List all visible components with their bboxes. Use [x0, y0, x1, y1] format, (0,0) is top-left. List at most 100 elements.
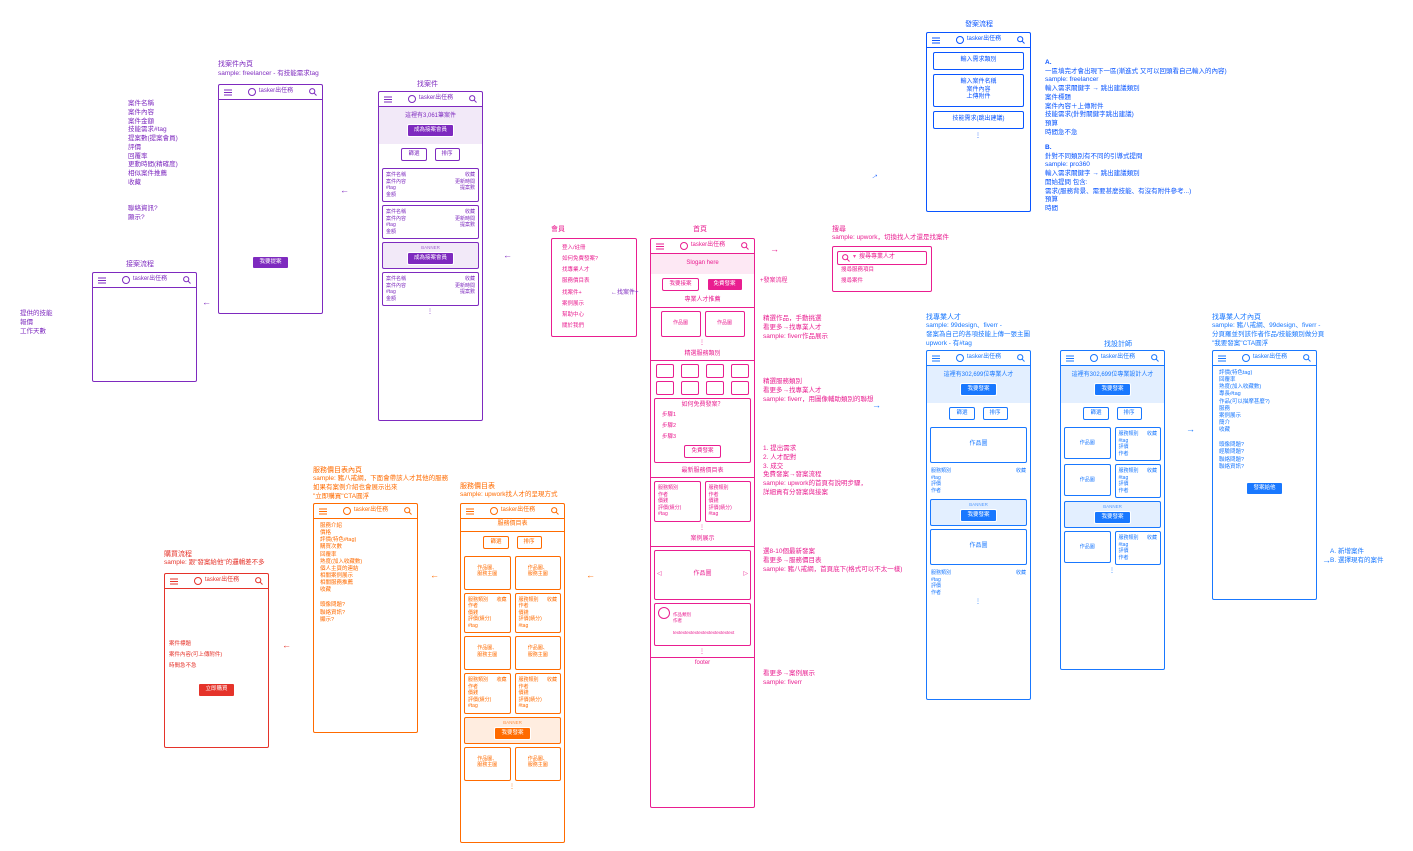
findcasedetail-cta[interactable]: 我要提案 [252, 256, 288, 269]
cat-thumb[interactable] [731, 364, 749, 378]
accept-button[interactable]: 我要接案 [662, 278, 698, 291]
filter-button[interactable]: 篩選 [483, 536, 508, 549]
meta-fav[interactable]: 收藏 [1147, 468, 1157, 475]
search-icon[interactable] [182, 275, 192, 285]
svc-thumb[interactable]: 作品圖、 服務主圖 [464, 636, 511, 670]
menu-icon[interactable] [931, 35, 941, 45]
sort-button[interactable]: 排序 [1117, 407, 1142, 420]
filter-button[interactable]: 篩選 [949, 407, 974, 420]
footer-item-findpro[interactable]: 找專業人才 [558, 265, 630, 276]
findpro-cta[interactable]: 我要發案 [960, 383, 996, 396]
meta-fav[interactable]: 收藏 [496, 597, 506, 604]
search-icon[interactable] [468, 94, 478, 104]
finddesigner-banner-cta[interactable]: 我要發案 [1094, 511, 1130, 524]
cat-thumb[interactable] [656, 364, 674, 378]
case-item[interactable]: 案件名稱案件內容#tag金額 收藏更新時間提案數 [382, 205, 479, 239]
footer-item-pricing[interactable]: 服務價目表 [558, 276, 630, 287]
menu-icon[interactable] [1217, 353, 1227, 363]
menu-icon[interactable] [931, 353, 941, 363]
svc-thumb[interactable]: 作品圖、 服務主圖 [515, 636, 562, 670]
search-icon[interactable] [1016, 353, 1026, 363]
case-fav[interactable]: 收藏 [465, 209, 475, 215]
meta-fav[interactable]: 收藏 [496, 677, 506, 684]
cat-thumb[interactable] [656, 381, 674, 395]
meta-fav[interactable]: 收藏 [1016, 468, 1026, 494]
arrow-right: → [867, 168, 881, 183]
chevron-down-icon[interactable]: ▾ [853, 254, 856, 262]
finddesigner-cta[interactable]: 我要發案 [1094, 383, 1130, 396]
findprodetail-cta[interactable]: 發案給他 [1246, 482, 1282, 495]
publish-button[interactable]: 免費發案 [707, 278, 743, 291]
footer-item-about[interactable]: 關於我們 [558, 321, 630, 332]
search-opt-service[interactable]: 搜尋服務項目 [837, 265, 927, 276]
meta-fav[interactable]: 收藏 [1147, 431, 1157, 438]
next-icon[interactable]: ▷ [743, 571, 748, 579]
search-icon[interactable] [740, 241, 750, 251]
designer-work[interactable]: 作品圖 [1064, 531, 1111, 563]
search-icon[interactable] [308, 87, 318, 97]
latest-svc-card[interactable]: 服務類別 作者 價錢 評價(績分) #tag [654, 481, 701, 522]
cat-thumb[interactable] [706, 364, 724, 378]
footer-item-showcase[interactable]: 案例展示 [558, 299, 630, 310]
search-icon[interactable] [550, 506, 560, 516]
cat-thumb[interactable] [681, 381, 699, 395]
footer-item-login[interactable]: 登入/註冊 [558, 243, 630, 254]
designer-work[interactable]: 作品圖 [1064, 427, 1111, 459]
sort-button[interactable]: 排序 [435, 148, 460, 161]
cat-thumb[interactable] [681, 364, 699, 378]
menu-icon[interactable] [97, 275, 107, 285]
menu-icon[interactable] [655, 241, 665, 251]
search-icon[interactable] [1150, 353, 1160, 363]
case-item[interactable]: 案件名稱案件內容#tag金額 收藏更新時間提案數 [382, 168, 479, 202]
sort-button[interactable]: 排序 [983, 407, 1008, 420]
filter-button[interactable]: 篩選 [1083, 407, 1108, 420]
latest-svc-card[interactable]: 服務類別 作者 價錢 評價(績分) #tag [705, 481, 752, 522]
footer-item-help[interactable]: 幫助中心 [558, 310, 630, 321]
publish-field-category[interactable]: 輸入需求類別 [933, 52, 1024, 70]
menu-icon[interactable] [1065, 353, 1075, 363]
findpro-work[interactable]: 作品圖 [930, 427, 1027, 463]
buy-l1: 案件標題 [165, 639, 268, 650]
svc-thumb[interactable]: 作品圖、 服務主圖 [464, 747, 511, 781]
footer-item-howto[interactable]: 如何免費發案? [558, 254, 630, 265]
buy-cta[interactable]: 立即購買 [198, 683, 234, 696]
menu-icon[interactable] [223, 87, 233, 97]
svc-thumb[interactable]: 作品圖、 服務主圖 [515, 747, 562, 781]
publish-field-skill[interactable]: 技能需求(跳出建議) [933, 111, 1024, 129]
search-icon[interactable] [403, 506, 413, 516]
menu-icon[interactable] [465, 506, 475, 516]
search-opt-case[interactable]: 搜尋案件 [837, 276, 927, 287]
search-icon[interactable] [1016, 35, 1026, 45]
filter-button[interactable]: 篩選 [401, 148, 426, 161]
meta-fav[interactable]: 收藏 [547, 597, 557, 604]
svc-thumb[interactable]: 作品圖、 服務主圖 [464, 556, 511, 590]
svc-banner-cta[interactable]: 我要發案 [494, 727, 530, 740]
meta-fav[interactable]: 收藏 [547, 677, 557, 684]
publish-field-case[interactable]: 輸入案件名稱 案件內容 上傳附件 [933, 74, 1024, 107]
case-fav[interactable]: 收藏 [465, 172, 475, 178]
home-work-thumb[interactable]: 作品圖 [661, 311, 701, 337]
menu-icon[interactable] [383, 94, 393, 104]
menu-icon[interactable] [169, 576, 179, 586]
publish-button-2[interactable]: 免費發案 [684, 445, 720, 458]
prev-icon[interactable]: ◁ [657, 571, 662, 579]
showcase-card[interactable]: ◁ 作品圖 ▷ [654, 550, 751, 600]
home-work-thumb[interactable]: 作品圖 [705, 311, 745, 337]
meta-fav[interactable]: 收藏 [1147, 535, 1157, 542]
svc-thumb[interactable]: 作品圖、 服務主圖 [515, 556, 562, 590]
findpro-work[interactable]: 作品圖 [930, 529, 1027, 565]
findcase-banner-cta[interactable]: 成為接案會員 [407, 252, 454, 265]
search-icon[interactable] [1302, 353, 1312, 363]
findcase-cta[interactable]: 成為接案會員 [407, 124, 454, 137]
meta-fav[interactable]: 收藏 [1016, 570, 1026, 596]
findpro-banner-cta[interactable]: 我要發案 [960, 509, 996, 522]
case-fav[interactable]: 收藏 [465, 276, 475, 282]
cat-thumb[interactable] [731, 381, 749, 395]
case-item[interactable]: 案件名稱案件內容#tag金額 收藏更新時間提案數 [382, 272, 479, 306]
sort-button[interactable]: 排序 [517, 536, 542, 549]
cat-thumb[interactable] [706, 381, 724, 395]
search-icon[interactable] [254, 576, 264, 586]
search-bar[interactable]: ▾ 搜尋專業人才 [837, 251, 927, 265]
menu-icon[interactable] [318, 506, 328, 516]
designer-work[interactable]: 作品圖 [1064, 464, 1111, 496]
